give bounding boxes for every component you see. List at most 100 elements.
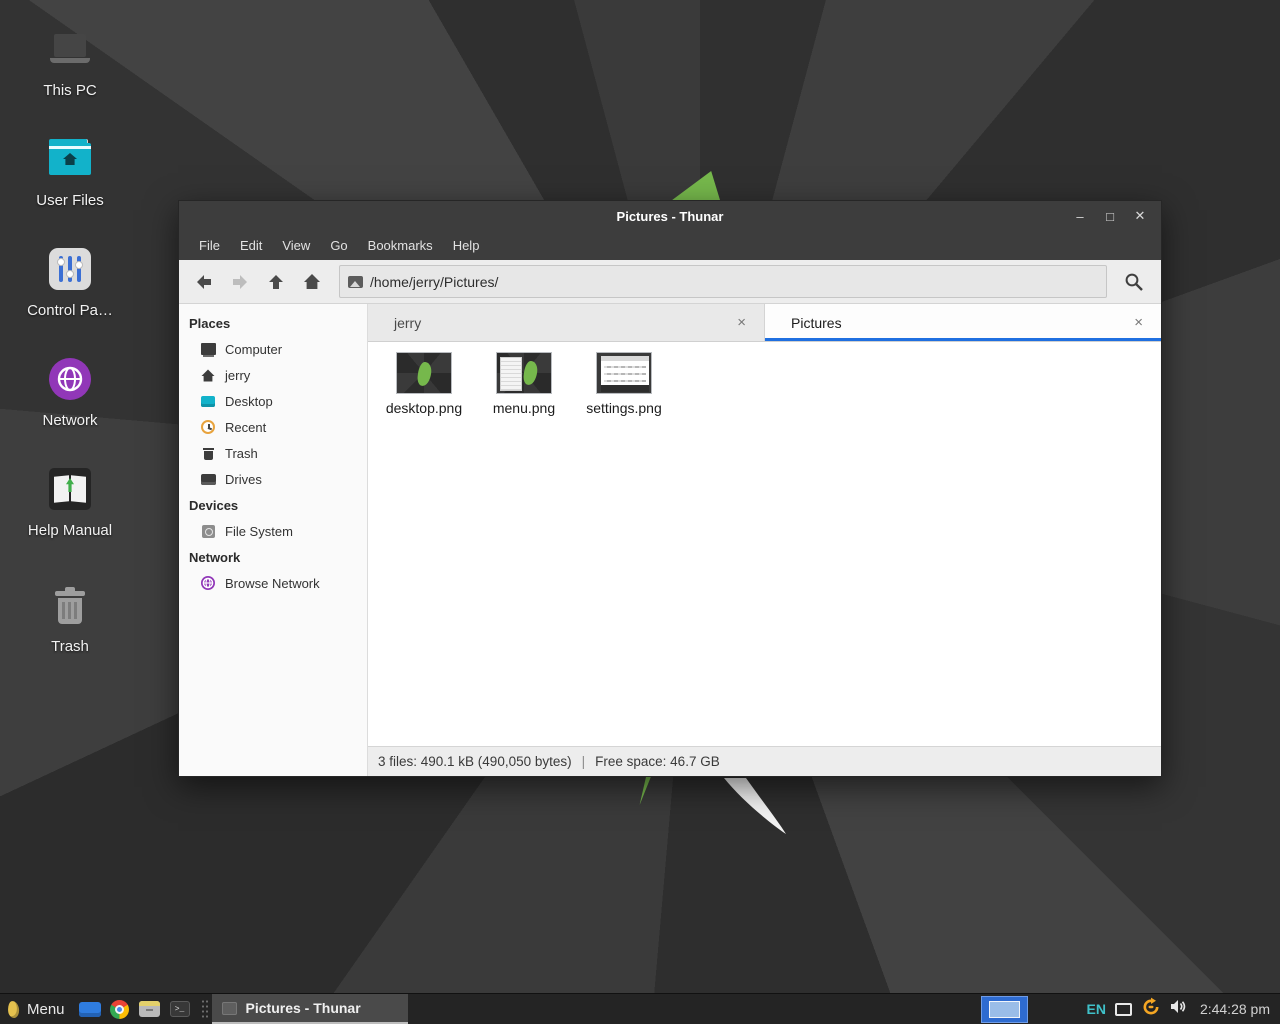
back-button[interactable] [187,266,221,298]
sidebar-item-trash[interactable]: Trash [179,440,367,466]
sidebar-item-label: jerry [225,368,250,383]
desktop-icon-label: This PC [43,82,96,99]
sidebar-header-network: Network [179,544,367,570]
window-title: Pictures - Thunar [179,209,1161,224]
menubar: File Edit View Go Bookmarks Help [179,231,1161,260]
forward-button[interactable] [223,266,257,298]
sidebar-item-label: Drives [225,472,262,487]
file-manager-icon [139,1001,160,1017]
desktop-icon-help-manual[interactable]: Help Manual [18,460,122,570]
trash-icon [200,445,216,461]
menu-button-label: Menu [27,1001,65,1018]
tab-close-icon[interactable]: × [731,312,752,333]
menu-go[interactable]: Go [320,234,357,257]
menu-bookmarks[interactable]: Bookmarks [358,234,443,257]
chrome-icon [110,1000,129,1019]
file-desktop-png[interactable]: desktop.png [374,350,474,416]
main-pane: jerry × Pictures × desktop.png menu.png [368,304,1161,776]
launcher-chrome[interactable] [105,994,135,1024]
update-manager-icon[interactable] [1141,997,1161,1022]
clock[interactable]: 2:44:28 pm [1200,1001,1270,1017]
desktop-icon [200,393,216,409]
home-icon [200,367,216,383]
display-tray-icon[interactable] [1115,1003,1132,1016]
status-separator: | [582,754,586,769]
titlebar[interactable]: Pictures - Thunar – □ ✕ [179,201,1161,231]
desktop-icon-label: Network [42,412,97,429]
file-name: settings.png [586,400,662,416]
file-list-view[interactable]: desktop.png menu.png settings.png [368,342,1161,746]
sidebar-item-desktop[interactable]: Desktop [179,388,367,414]
file-thumbnail [596,352,652,394]
mint-menu-icon [7,1000,20,1018]
maximize-button[interactable]: □ [1097,204,1123,228]
menu-view[interactable]: View [272,234,320,257]
launcher-file-manager[interactable] [135,994,165,1024]
file-name: desktop.png [386,400,462,416]
sidebar-item-drives[interactable]: Drives [179,466,367,492]
menu-edit[interactable]: Edit [230,234,272,257]
computer-icon [50,32,90,66]
sidebar-item-label: Desktop [225,394,273,409]
control-panel-icon [49,248,91,290]
sidebar-item-home[interactable]: jerry [179,362,367,388]
close-button[interactable]: ✕ [1127,204,1153,228]
tab-label: jerry [394,315,731,331]
file-menu-png[interactable]: menu.png [474,350,574,416]
sidebar-item-browse-network[interactable]: Browse Network [179,570,367,596]
menu-button[interactable]: Menu [0,994,75,1024]
menu-file[interactable]: File [189,234,230,257]
desktop-icon-user-files[interactable]: User Files [18,130,122,240]
taskbar-window-button[interactable]: Pictures - Thunar [212,994,408,1024]
sidebar-item-label: File System [225,524,293,539]
path-bar[interactable]: /home/jerry/Pictures/ [339,265,1107,298]
desktop-icon-trash[interactable]: Trash [18,576,122,686]
minimize-button[interactable]: – [1067,204,1093,228]
volume-icon[interactable] [1170,999,1187,1019]
keyboard-layout-indicator[interactable]: EN [1086,1001,1105,1017]
sidebar-item-file-system[interactable]: File System [179,518,367,544]
system-tray: EN 2:44:28 pm [1086,997,1280,1022]
tab-close-icon[interactable]: × [1128,312,1149,333]
recent-clock-icon [200,419,216,435]
drive-icon [200,471,216,487]
browse-network-globe-icon [200,575,216,591]
status-bar: 3 files: 490.1 kB (490,050 bytes) | Free… [368,746,1161,776]
home-folder-icon [49,143,91,175]
panel-drag-handle[interactable] [201,999,210,1019]
menu-help[interactable]: Help [443,234,490,257]
sidebar-item-computer[interactable]: Computer [179,336,367,362]
launcher-terminal[interactable]: >_ [165,994,195,1024]
file-thumbnail [496,352,552,394]
desktop-icon-label: Help Manual [28,522,112,539]
file-settings-png[interactable]: settings.png [574,350,674,416]
desktop-icon-label: Control Pa… [27,302,113,319]
path-text: /home/jerry/Pictures/ [370,274,498,290]
workspace-pager[interactable] [981,996,1028,1023]
free-space: Free space: 46.7 GB [595,754,720,769]
desktop-icon-label: User Files [36,192,104,209]
up-button[interactable] [259,266,293,298]
blue-app-icon [79,1002,101,1017]
sidebar-item-recent[interactable]: Recent [179,414,367,440]
search-button[interactable] [1115,265,1153,299]
desktop-icon-control-panel[interactable]: Control Pa… [18,240,122,350]
sidebar-item-label: Browse Network [225,576,320,591]
filesystem-drive-icon [200,523,216,539]
file-thumbnail [396,352,452,394]
desktop-icon-column: This PC User Files Control Pa… Network H… [18,20,122,686]
pager-window-rect [989,1001,1020,1018]
thunar-window-icon [222,1002,237,1015]
home-button[interactable] [295,266,329,298]
tab-pictures[interactable]: Pictures × [765,304,1161,341]
desktop-icon-label: Trash [51,638,89,655]
desktop-icon-this-pc[interactable]: This PC [18,20,122,130]
window-controls: – □ ✕ [1067,201,1153,231]
terminal-icon: >_ [170,1001,190,1017]
tab-jerry[interactable]: jerry × [368,304,765,341]
toolbar: /home/jerry/Pictures/ [179,260,1161,304]
help-manual-icon [49,468,91,510]
files-summary: 3 files: 490.1 kB (490,050 bytes) [378,754,572,769]
desktop-icon-network[interactable]: Network [18,350,122,460]
launcher-show-desktop[interactable] [75,994,105,1024]
